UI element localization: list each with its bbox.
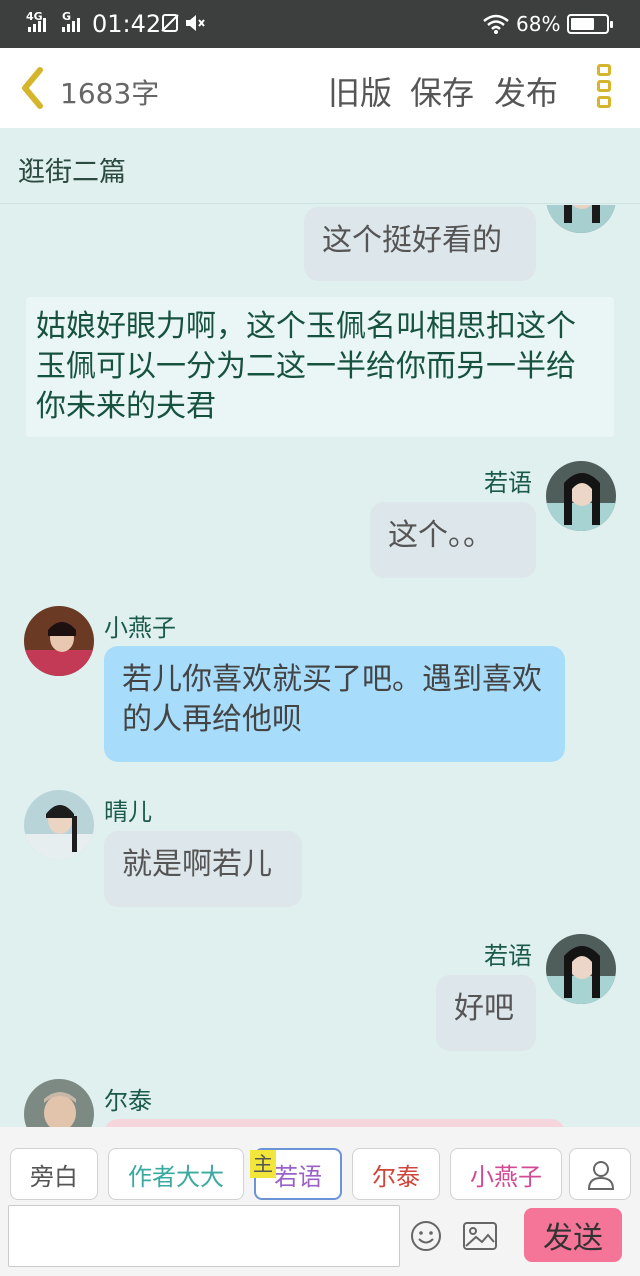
main-character-badge: 主 [250, 1150, 276, 1178]
more-menu-icon[interactable] [594, 64, 614, 114]
message-bubble[interactable]: 好吧 [436, 975, 536, 1051]
image-icon[interactable] [462, 1220, 498, 1252]
avatar-ertai[interactable] [24, 1079, 94, 1127]
no-sim-icon [161, 14, 179, 32]
message-bubble[interactable]: 这个挺好看的 [304, 207, 536, 281]
message-bubble[interactable] [104, 1119, 565, 1127]
status-bar: 4G G 01:42 68% [0, 0, 640, 48]
chapter-title: 逛街二篇 [18, 157, 126, 188]
character-chip-xiaoyanzi[interactable]: 小燕子 [450, 1148, 562, 1200]
battery-percent: 68% [516, 12, 561, 36]
chapter-title-bar[interactable]: 逛街二篇 [0, 128, 640, 204]
send-button[interactable]: 发送 [524, 1208, 622, 1262]
clock: 01:42 [92, 10, 162, 38]
message-input[interactable] [8, 1205, 400, 1267]
chat-area[interactable]: 这个挺好看的 姑娘好眼力啊，这个玉佩名叫相思扣这个玉佩可以一分为二这一半给你而另… [0, 205, 640, 1127]
back-chevron-icon[interactable] [18, 66, 48, 110]
battery-icon [567, 14, 613, 34]
send-button-label: 发送 [543, 1221, 603, 1256]
word-count: 1683字 [60, 77, 160, 110]
emoji-icon[interactable] [410, 1220, 442, 1252]
signal-icon [28, 16, 46, 32]
character-chip-label: 尔泰 [372, 1162, 420, 1191]
save-button[interactable]: 保存 [410, 68, 474, 114]
avatar-ruoyu[interactable] [546, 205, 616, 233]
character-chip-narrator[interactable]: 旁白 [10, 1148, 98, 1200]
old-version-button[interactable]: 旧版 [328, 68, 392, 114]
character-chip-ertai[interactable]: 尔泰 [352, 1148, 440, 1200]
mute-icon [186, 15, 205, 31]
avatar-ruoyu[interactable] [546, 461, 616, 531]
editor-header: 1683字 旧版 保存 发布 [0, 48, 640, 128]
message-bubble[interactable]: 就是啊若儿 [104, 831, 302, 907]
character-chip-label: 小燕子 [470, 1162, 542, 1191]
narration-text[interactable]: 姑娘好眼力啊，这个玉佩名叫相思扣这个玉佩可以一分为二这一半给你而另一半给你未来的… [26, 297, 614, 437]
character-chip-label: 旁白 [30, 1162, 78, 1191]
speaker-name-qinger: 晴儿 [104, 798, 152, 826]
speaker-name-xiaoyanzi: 小燕子 [104, 614, 176, 642]
message-bubble[interactable]: 若儿你喜欢就买了吧。遇到喜欢的人再给他呗 [104, 646, 565, 762]
character-chip-label: 作者大大 [128, 1162, 224, 1191]
message-bubble[interactable]: 这个。。 [370, 502, 536, 578]
composer-bar: 旁白 作者大大 若语 主 尔泰 小燕子 发送 [0, 1127, 640, 1276]
character-manage-icon[interactable] [569, 1148, 631, 1200]
character-chip-author[interactable]: 作者大大 [108, 1148, 244, 1200]
signal-icon-2 [62, 16, 80, 32]
avatar-xiaoyanzi[interactable] [24, 606, 94, 676]
speaker-name-ruoyu: 若语 [484, 942, 532, 970]
speaker-name-ruoyu: 若语 [484, 469, 532, 497]
speaker-name-ertai: 尔泰 [104, 1087, 152, 1115]
wifi-icon [483, 14, 509, 34]
publish-button[interactable]: 发布 [494, 68, 558, 114]
avatar-ruoyu[interactable] [546, 934, 616, 1004]
character-chip-label: 若语 [274, 1162, 322, 1191]
avatar-qinger[interactable] [24, 790, 94, 860]
